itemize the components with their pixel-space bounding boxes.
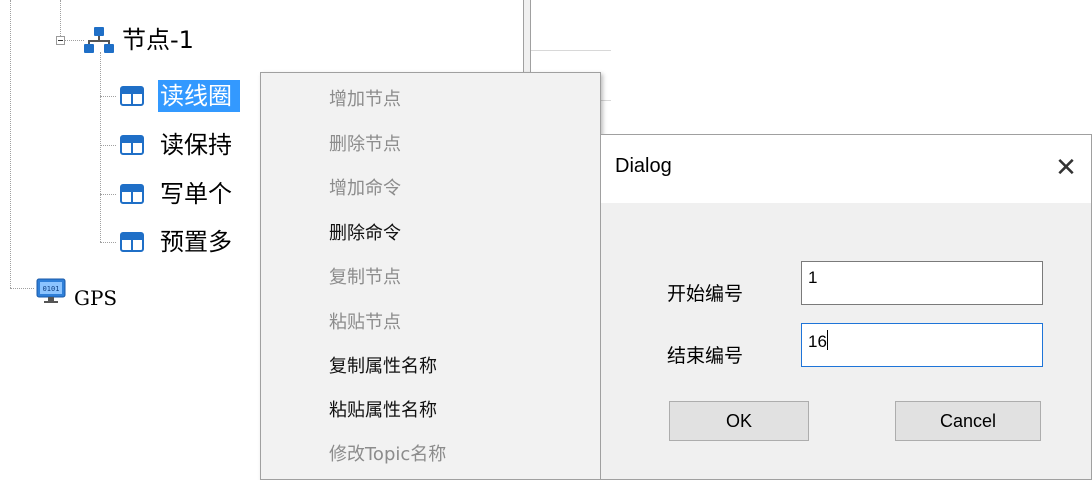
menu-item-copy-node[interactable]: 复制节点	[329, 266, 401, 290]
tree-node-label[interactable]: 节点-1	[122, 24, 194, 56]
menu-item-rename-topic[interactable]: 修改Topic名称	[329, 443, 446, 467]
monitor-icon: 0101	[36, 278, 66, 303]
tree-connector-line	[64, 40, 84, 41]
tree-item-read-holding[interactable]: 读保持	[160, 129, 232, 161]
tree-connector-line	[100, 145, 116, 146]
menu-item-add-node[interactable]: 增加节点	[329, 88, 401, 112]
context-menu: 增加节点 删除节点 增加命令 删除命令 复制节点 粘贴节点 复制属性名称 粘贴属…	[260, 72, 601, 480]
tree-connector-line	[10, 288, 34, 289]
tree-connector-line	[100, 194, 116, 195]
collapse-toggle[interactable]	[56, 36, 65, 45]
tree-item-write-single[interactable]: 写单个	[160, 178, 232, 210]
menu-item-add-command[interactable]: 增加命令	[329, 177, 401, 201]
tree-connector-line	[100, 52, 101, 242]
window-icon	[120, 135, 144, 155]
dialog-titlebar[interactable]: Dialog ✕	[601, 135, 1091, 203]
window-icon	[120, 86, 144, 106]
tree-item-read-coils[interactable]: 读线圈	[158, 80, 240, 112]
window-icon	[120, 184, 144, 204]
end-number-input[interactable]: 16	[801, 323, 1043, 367]
end-number-value: 16	[808, 332, 827, 351]
menu-item-delete-node[interactable]: 删除节点	[329, 133, 401, 157]
menu-item-paste-attr-name[interactable]: 粘贴属性名称	[329, 399, 437, 423]
cancel-button[interactable]: Cancel	[895, 401, 1041, 441]
menu-item-paste-node[interactable]: 粘贴节点	[329, 311, 401, 335]
tree-connector-line	[100, 96, 116, 97]
start-number-label: 开始编号	[667, 283, 744, 305]
tree-connector-line	[60, 0, 61, 40]
menu-item-copy-attr-name[interactable]: 复制属性名称	[329, 355, 437, 379]
text-caret	[826, 330, 828, 350]
dialog-window: Dialog ✕ 开始编号 1 结束编号 16 OK Cancel	[600, 134, 1092, 480]
start-number-value: 1	[808, 268, 818, 287]
end-number-label: 结束编号	[667, 345, 744, 367]
tree-connector-line	[100, 242, 116, 243]
network-nodes-icon	[84, 27, 114, 53]
close-icon[interactable]: ✕	[1049, 151, 1083, 185]
tree-connector-line	[10, 0, 11, 288]
start-number-input[interactable]: 1	[801, 261, 1043, 305]
window-icon	[120, 232, 144, 252]
menu-item-delete-command[interactable]: 删除命令	[329, 222, 401, 246]
tree-item-preset-multiple[interactable]: 预置多	[160, 226, 232, 258]
tree-item-gps[interactable]: GPS	[74, 286, 117, 310]
divider	[531, 50, 611, 51]
dialog-title: Dialog	[615, 155, 672, 177]
svg-text:0101: 0101	[43, 285, 60, 293]
ok-button[interactable]: OK	[669, 401, 809, 441]
